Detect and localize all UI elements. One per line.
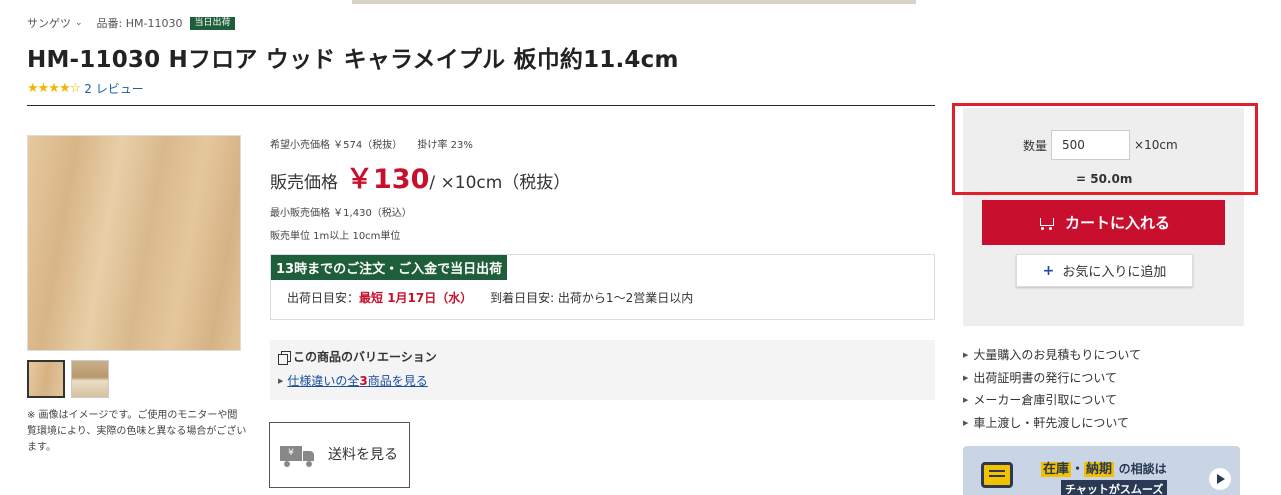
info-link-label: メーカー倉庫引取について xyxy=(973,393,1118,407)
star-rating-icon: ★★★★☆ xyxy=(27,81,81,96)
add-favorite-button[interactable]: + お気に入りに追加 xyxy=(1016,254,1193,287)
copy-icon xyxy=(278,350,291,365)
chat-banner[interactable]: 在庫・納期 の相談は チャットがスムーズ xyxy=(963,446,1240,495)
chat-dot: ・ xyxy=(1071,462,1085,477)
truck-yen-mark: ¥ xyxy=(280,446,302,461)
sale-price-unit: / ×10cm（税抜） xyxy=(429,173,571,193)
sale-price-value: ￥130 xyxy=(346,164,430,195)
chat-nouki: 納期 xyxy=(1084,462,1115,477)
price-block: 希望小売価格 ￥574（税抜） 掛け率 23% 販売価格 ￥130 / ×10c… xyxy=(270,136,570,242)
chat-icon xyxy=(981,462,1013,488)
add-favorite-label: お気に入りに追加 xyxy=(1062,265,1167,280)
variation-title-text: この商品のバリエーション xyxy=(293,350,437,364)
rating: ★★★★☆ 2 レビュー xyxy=(27,80,144,97)
ship-date-row: 出荷日目安：最短 1月17日（水） 到着日目安: 出荷から1〜2営業日以内 xyxy=(287,289,693,306)
chat-subtext: チャットがスムーズ xyxy=(1061,480,1168,495)
info-link[interactable]: ▶ 大量購入のお見積もりについて xyxy=(963,344,1141,367)
variation-link-post: 商品を見る xyxy=(367,374,428,388)
shipping-info: 13時までのご注文・ご入金で当日出荷 出荷日目安：最短 1月17日（水） 到着日… xyxy=(270,254,935,320)
top-banner-edge xyxy=(352,0,916,4)
truck-icon: ¥ xyxy=(280,442,316,468)
add-to-cart-label: カートに入れる xyxy=(1064,214,1170,232)
chat-zaiko: 在庫 xyxy=(1041,462,1072,477)
variation-box: この商品のバリエーション ▶ 仕様違いの全3商品を見る xyxy=(270,340,935,400)
triangle-right-icon: ▶ xyxy=(963,373,969,382)
same-day-headline: 13時までのご注文・ご入金で当日出荷 xyxy=(271,255,508,280)
brand-name: サンゲツ xyxy=(27,17,71,30)
min-price: 最小販売価格 ￥1,430（税込） xyxy=(270,208,412,219)
variation-row: ▶ 仕様違いの全3商品を見る xyxy=(278,372,927,389)
info-link-label: 車上渡し・軒先渡しについて xyxy=(973,415,1130,430)
info-link[interactable]: ▶ 出荷証明書の発行について xyxy=(963,367,1141,390)
triangle-right-icon: ▶ xyxy=(963,351,969,359)
cart-icon xyxy=(1037,216,1055,230)
same-day-badge: 当日出荷 xyxy=(190,16,235,30)
chevron-down-icon: ⌄ xyxy=(75,18,83,28)
product-thumbnail-2[interactable] xyxy=(71,360,109,398)
plus-icon: + xyxy=(1042,262,1055,279)
variation-link[interactable]: 仕様違いの全3商品を見る xyxy=(287,372,427,389)
discount-rate: 掛け率 23% xyxy=(417,140,473,151)
retail-price: 希望小売価格 ￥574（税抜） 掛け率 23% xyxy=(270,136,570,151)
product-code: 品番: HM-11030 xyxy=(96,17,183,30)
arrival-estimate: 到着日目安: 出荷から1〜2営業日以内 xyxy=(490,291,694,305)
shipping-fee-label: 送料を見る xyxy=(328,447,398,463)
sale-unit: 販売単位 1m以上 10cm単位 xyxy=(270,231,401,242)
chat-rest: の相談は xyxy=(1118,462,1167,476)
variation-title: この商品のバリエーション xyxy=(278,348,927,365)
image-disclaimer: ※ 画像はイメージです。ご使用のモニターや閲覧環境により、実際の色味と異なる場合… xyxy=(27,410,247,453)
product-main-image[interactable] xyxy=(27,135,241,351)
chat-banner-text: 在庫・納期 の相談は xyxy=(1041,458,1167,477)
product-thumbnail-1[interactable] xyxy=(27,360,65,398)
info-link-label: 出荷証明書の発行について xyxy=(973,370,1118,385)
play-icon xyxy=(1209,468,1231,490)
info-links: ▶ 大量購入のお見積もりについて ▶ 出荷証明書の発行について ▶ メーカー倉庫引取に… xyxy=(963,344,1141,434)
info-link[interactable]: ▶ 車上渡し・軒先渡しについて xyxy=(963,412,1141,435)
sale-price-label: 販売価格 xyxy=(270,173,338,193)
ship-date-value: 最短 1月17日（水） xyxy=(359,291,473,305)
title-divider xyxy=(27,105,935,106)
product-meta: サンゲツ ⌄ 品番: HM-11030 当日出荷 xyxy=(27,15,235,31)
highlight-box xyxy=(952,103,1258,195)
brand-link[interactable]: サンゲツ ⌄ xyxy=(27,15,83,31)
product-title: HM-11030 Hフロア ウッド キャラメイプル 板巾約11.4cm xyxy=(27,47,679,73)
retail-price-text: 希望小売価格 ￥574（税抜） xyxy=(270,140,403,151)
sale-price: 販売価格 ￥130 / ×10cm（税抜） xyxy=(270,157,570,196)
info-link-label: 大量購入のお見積もりについて xyxy=(973,348,1142,362)
ship-date-label: 出荷日目安： xyxy=(287,291,360,305)
variation-link-pre: 仕様違いの全 xyxy=(287,374,360,388)
info-link[interactable]: ▶ メーカー倉庫引取について xyxy=(963,389,1141,412)
variation-count: 3 xyxy=(359,374,368,388)
triangle-right-icon: ▶ xyxy=(278,376,284,385)
triangle-right-icon: ▶ xyxy=(963,418,969,427)
shipping-fee-button[interactable]: ¥ 送料を見る xyxy=(269,422,410,488)
review-link[interactable]: 2 レビュー xyxy=(84,80,143,97)
add-to-cart-button[interactable]: カートに入れる xyxy=(982,200,1225,245)
triangle-right-icon: ▶ xyxy=(963,396,969,404)
